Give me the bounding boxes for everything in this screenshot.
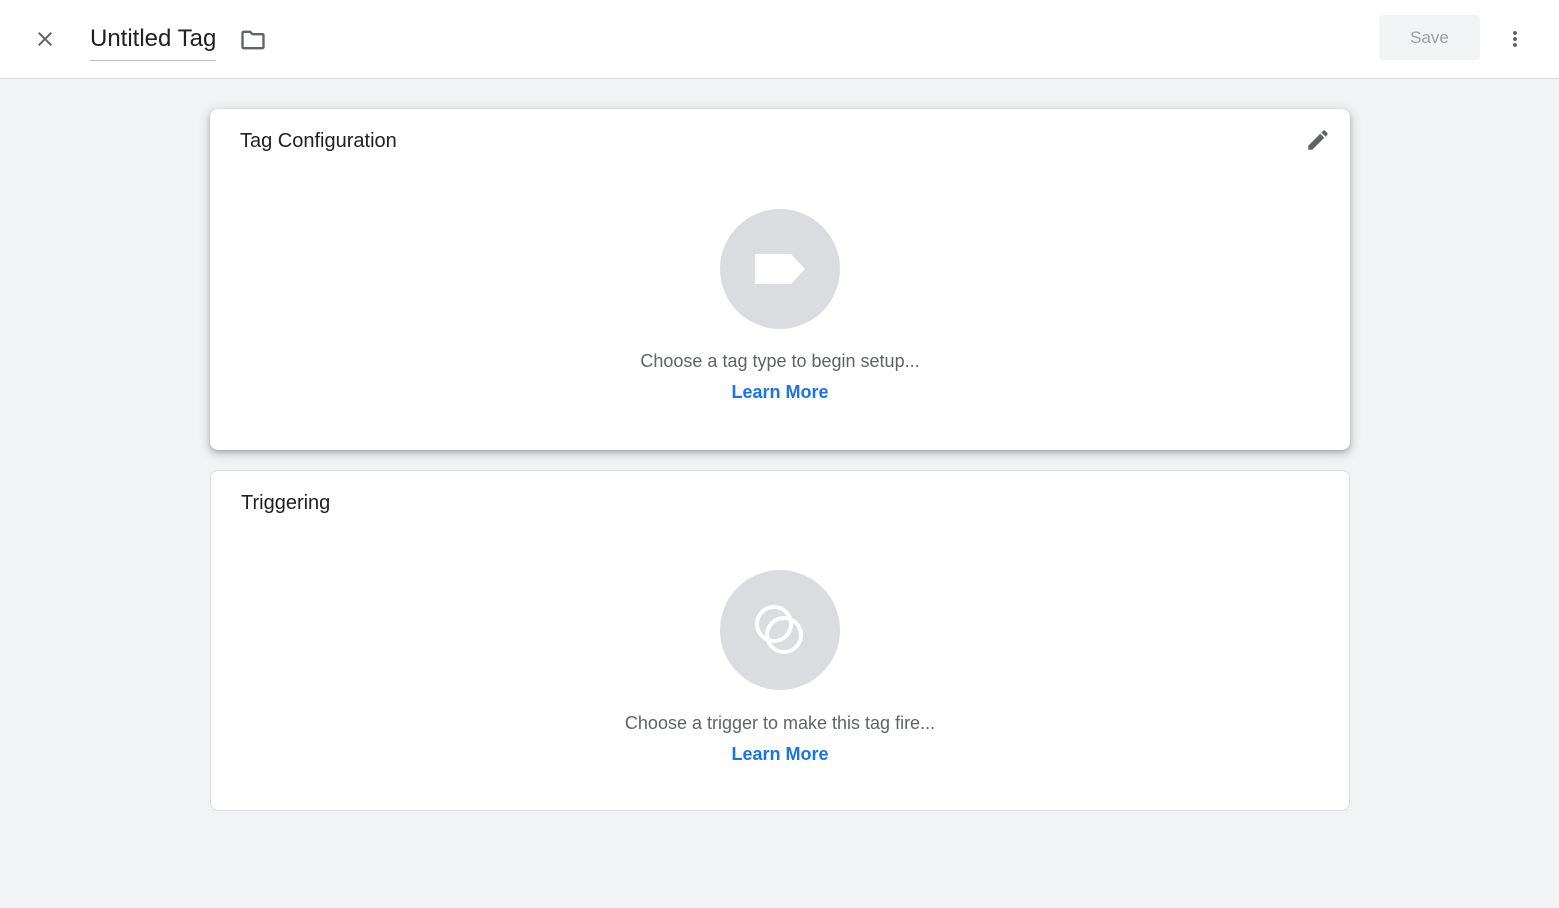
triggering-learn-more-link[interactable]: Learn More bbox=[731, 744, 828, 764]
tag-name-field[interactable]: Untitled Tag bbox=[90, 22, 217, 61]
trigger-icon bbox=[755, 605, 803, 654]
save-button[interactable]: Save bbox=[1379, 15, 1480, 60]
tag-configuration-hint: Choose a tag type to begin setup... bbox=[640, 351, 920, 371]
close-button[interactable] bbox=[25, 19, 65, 59]
tag-configuration-learn-more-link[interactable]: Learn More bbox=[731, 382, 828, 402]
triggering-hint: Choose a trigger to make this tag fire..… bbox=[624, 713, 936, 733]
page-title[interactable]: Untitled Tag bbox=[90, 22, 216, 56]
triggering-title: Triggering bbox=[241, 492, 331, 514]
tag-configuration-title: Tag Configuration bbox=[240, 130, 397, 152]
trigger-placeholder[interactable] bbox=[720, 570, 840, 690]
pencil-icon bbox=[1308, 130, 1328, 150]
more-options-button[interactable] bbox=[1497, 20, 1533, 58]
folder-button[interactable] bbox=[236, 24, 270, 56]
edit-tag-configuration-button[interactable] bbox=[1302, 124, 1334, 156]
top-app-bar: Untitled Tag Save bbox=[0, 0, 1559, 79]
tag-type-placeholder[interactable] bbox=[720, 209, 840, 329]
folder-icon bbox=[241, 30, 265, 50]
more-vert-icon bbox=[1513, 31, 1517, 47]
close-icon bbox=[38, 32, 52, 46]
tag-icon bbox=[755, 254, 805, 284]
triggering-card[interactable]: Triggering Choose a trigger to make this… bbox=[210, 470, 1350, 811]
tag-configuration-card[interactable]: Tag Configuration Choose a tag type to b… bbox=[210, 109, 1350, 450]
